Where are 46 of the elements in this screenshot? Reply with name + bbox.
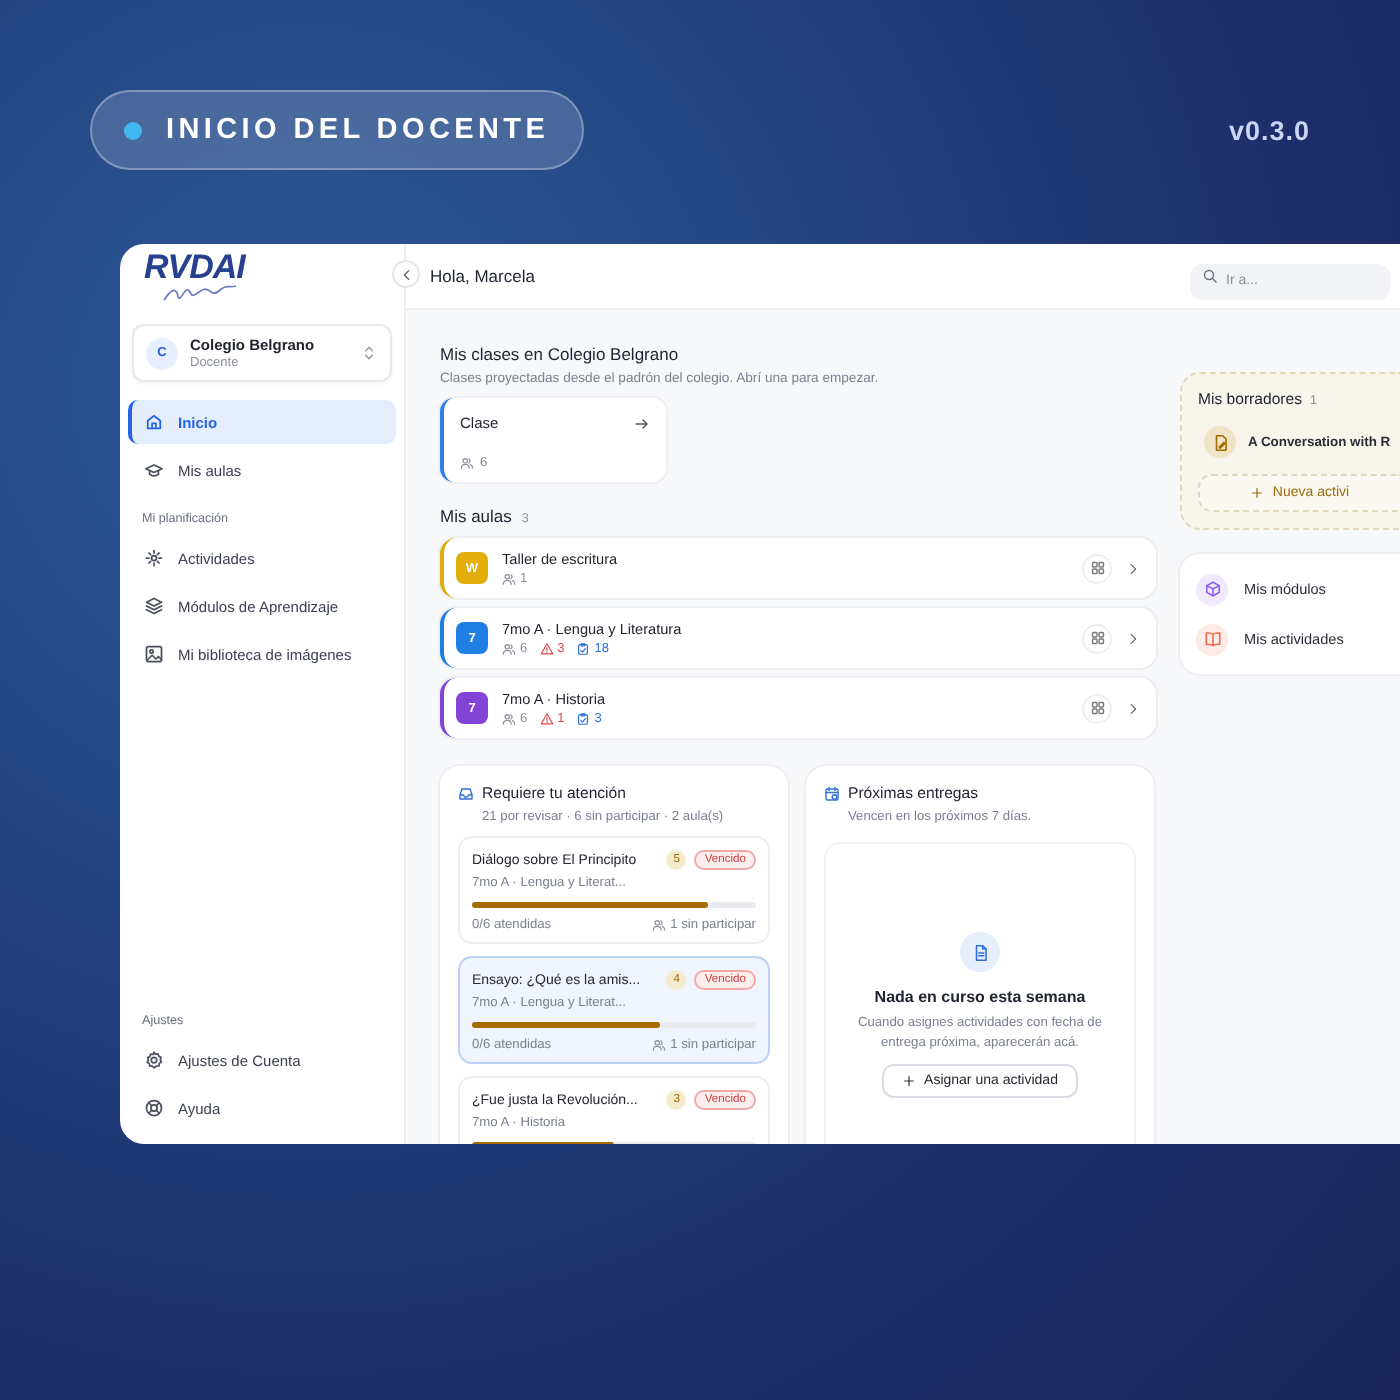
people-icon <box>460 456 474 470</box>
settings-icon <box>144 1050 164 1070</box>
clipboard-icon <box>576 712 591 726</box>
signature-drawing <box>160 284 240 304</box>
people-icon <box>652 918 667 932</box>
section-title: Mis aulas <box>440 506 512 526</box>
chevron-right-icon <box>1126 701 1140 715</box>
document-icon <box>971 943 989 961</box>
image-icon <box>144 644 164 664</box>
grid-icon <box>1089 630 1105 646</box>
clipboard-icon <box>576 642 591 656</box>
layers-icon <box>144 596 164 616</box>
home-icon <box>144 412 164 432</box>
badge-label: INICIO DEL DOCENTE <box>166 114 550 146</box>
graduation-cap-icon <box>144 460 164 480</box>
plus-icon <box>902 1074 917 1089</box>
grid-icon <box>1089 560 1105 576</box>
arrow-right-icon <box>634 415 650 431</box>
warning-icon <box>539 712 554 726</box>
calendar-icon <box>824 785 840 801</box>
people-icon <box>652 1038 667 1052</box>
chevron-right-icon <box>1126 561 1140 575</box>
logo-text: RVDAI <box>144 250 248 284</box>
empty-title: Nada en curso esta semana <box>874 988 1086 1006</box>
chevron-updown-icon <box>360 344 378 362</box>
version-label: v0.3.0 <box>1228 115 1310 145</box>
people-icon <box>502 572 516 586</box>
chevron-left-icon <box>399 267 413 281</box>
people-icon <box>502 642 516 656</box>
search-icon <box>1202 268 1218 284</box>
greeting: Hola, Marcela <box>430 266 535 286</box>
people-icon <box>502 712 516 726</box>
collapse-button[interactable] <box>392 260 420 288</box>
document-edit-icon <box>1211 433 1229 451</box>
grid-icon <box>1089 700 1105 716</box>
warning-icon <box>539 642 554 656</box>
status-dot-icon <box>124 121 142 139</box>
sparkle-icon <box>144 548 164 568</box>
grid-button[interactable] <box>1082 693 1112 723</box>
plus-icon <box>1250 486 1265 500</box>
inbox-icon <box>458 785 474 801</box>
help-icon <box>144 1098 164 1118</box>
section-title: Mis clases en Colegio Belgrano <box>440 344 681 364</box>
grid-button[interactable] <box>1082 553 1112 583</box>
grid-button[interactable] <box>1082 623 1112 653</box>
chevron-right-icon <box>1126 631 1140 645</box>
